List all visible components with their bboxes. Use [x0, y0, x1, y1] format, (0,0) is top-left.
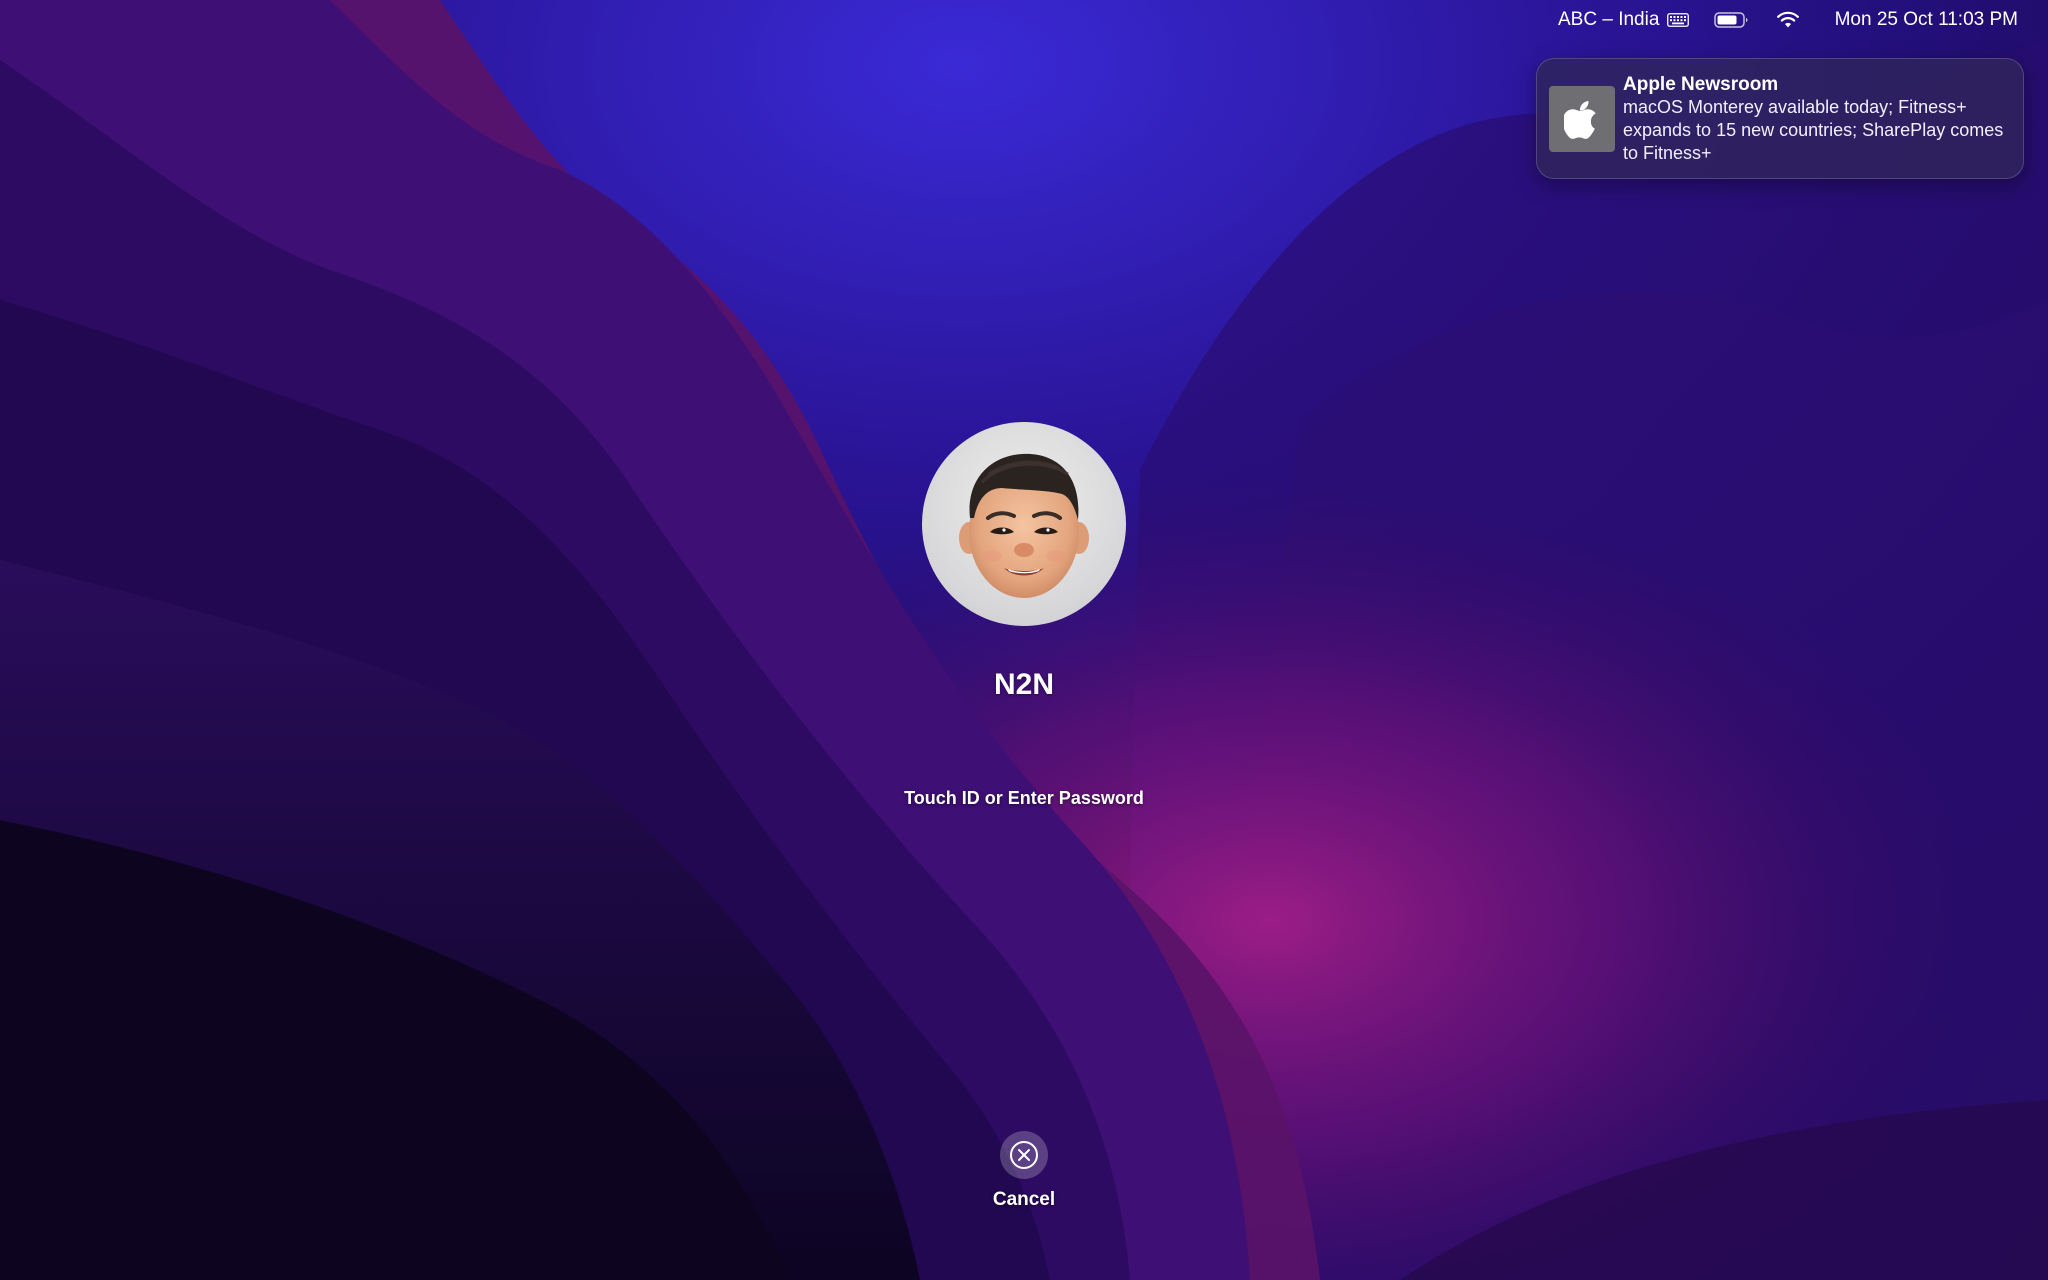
- user-avatar[interactable]: [922, 422, 1126, 626]
- notification-banner[interactable]: Apple Newsroom macOS Monterey available …: [1536, 58, 2024, 179]
- lock-screen: ABC – India Mon 25 Oct 11:03 PM Apple Ne…: [0, 0, 2048, 1280]
- apple-logo-icon: [1564, 101, 1596, 139]
- close-circle-icon: [1010, 1141, 1038, 1169]
- user-name: N2N: [993, 668, 1054, 701]
- wifi-icon: [1777, 11, 1799, 28]
- keyboard-icon: [1667, 13, 1690, 27]
- battery-status[interactable]: [1714, 9, 1750, 31]
- password-prompt[interactable]: Touch ID or Enter Password: [774, 788, 1274, 809]
- notification-app-icon: [1549, 86, 1615, 152]
- battery-icon: [1714, 12, 1748, 28]
- input-source-label: ABC – India: [1558, 9, 1660, 30]
- notification-body: macOS Monterey available today; Fitness+…: [1623, 97, 2004, 163]
- desktop-wallpaper: [0, 0, 2048, 1280]
- cancel-button[interactable]: Cancel: [974, 1131, 1074, 1217]
- menu-bar: ABC – India Mon 25 Oct 11:03 PM: [0, 0, 2048, 40]
- input-source-menu[interactable]: ABC – India: [1558, 9, 1690, 31]
- menubar-clock[interactable]: Mon 25 Oct 11:03 PM: [1835, 9, 2018, 31]
- cancel-label: Cancel: [992, 1189, 1056, 1210]
- memoji-avatar: [959, 453, 1089, 598]
- wifi-status[interactable]: [1776, 9, 1800, 31]
- notification-title: Apple Newsroom: [1623, 74, 1779, 95]
